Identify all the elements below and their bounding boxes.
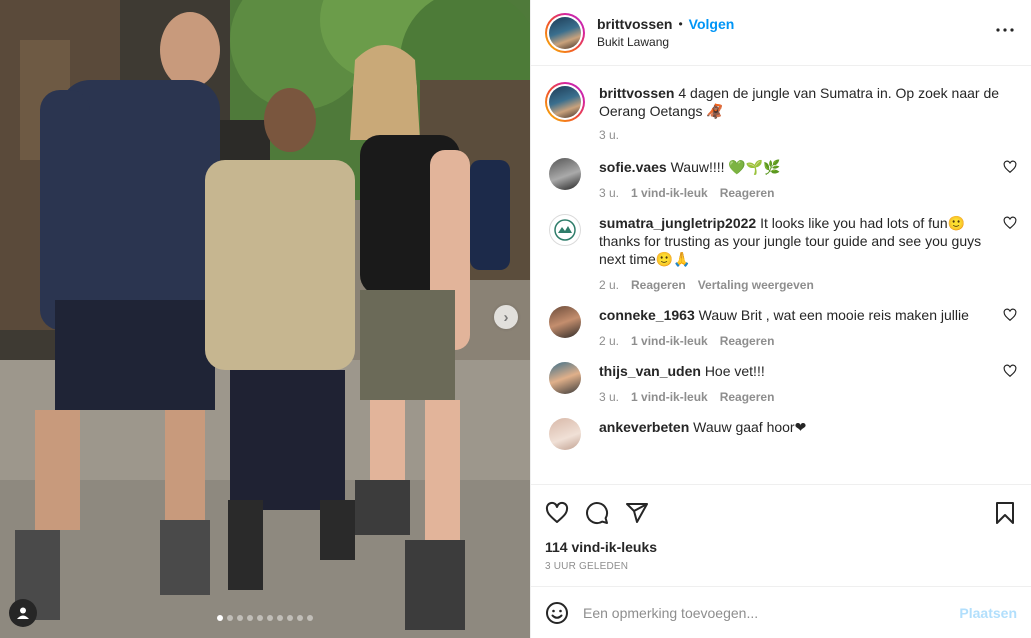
instagram-post: › brittvossen • Volgen Bukit Lawang brit…: [0, 0, 1031, 638]
comment-time[interactable]: 3 u.: [599, 186, 619, 200]
author-avatar[interactable]: [545, 12, 585, 53]
commenter-avatar[interactable]: [549, 362, 581, 394]
comment-heart-icon[interactable]: [1003, 160, 1017, 174]
photo-scene: [0, 0, 530, 638]
comment-item: conneke_1963 Wauw Brit , wat een mooie r…: [545, 306, 1017, 348]
post-caption: brittvossen 4 dagen de jungle van Sumatr…: [545, 82, 1017, 142]
comment-item: sofie.vaes Wauw!!!! 💚🌱🌿 3 u. 1 vind-ik-l…: [545, 158, 1017, 200]
carousel-dot: [297, 615, 303, 621]
send-icon[interactable]: [625, 501, 649, 525]
follow-button[interactable]: Volgen: [689, 15, 735, 33]
comment-icon[interactable]: [585, 501, 609, 525]
comment-text: Hoe vet!!!: [704, 363, 765, 379]
heart-icon[interactable]: [545, 501, 569, 525]
carousel-dot: [227, 615, 233, 621]
next-slide-button[interactable]: ›: [494, 305, 518, 329]
carousel-dot: [237, 615, 243, 621]
comment-username[interactable]: conneke_1963: [599, 307, 695, 323]
likes-count[interactable]: 114 vind-ik-leuks: [545, 539, 1017, 555]
commenter-avatar[interactable]: [549, 418, 581, 450]
comment-time[interactable]: 2 u.: [599, 278, 619, 292]
comment-item: ankeverbeten Wauw gaaf hoor❤: [545, 418, 1017, 450]
carousel-dot: [267, 615, 273, 621]
comment-time[interactable]: 3 u.: [599, 390, 619, 404]
comment-heart-icon[interactable]: [1003, 216, 1017, 230]
emoji-icon[interactable]: [545, 601, 569, 625]
caption-username[interactable]: brittvossen: [599, 85, 674, 101]
reply-button[interactable]: Reageren: [720, 390, 775, 404]
comment-like-count[interactable]: 1 vind-ik-leuk: [631, 186, 708, 200]
comment-text: Wauw gaaf hoor❤: [693, 419, 807, 435]
more-options-icon[interactable]: [993, 18, 1017, 48]
reply-button[interactable]: Reageren: [720, 186, 775, 200]
comment-input[interactable]: [583, 604, 960, 621]
comment-time[interactable]: 2 u.: [599, 334, 619, 348]
carousel-dot: [287, 615, 293, 621]
comment-item: thijs_van_uden Hoe vet!!! 3 u. 1 vind-ik…: [545, 362, 1017, 404]
commenter-avatar[interactable]: [549, 214, 581, 246]
reply-button[interactable]: Reageren: [720, 334, 775, 348]
post-actions: 114 vind-ik-leuks 3 UUR GELEDEN: [531, 484, 1031, 586]
add-comment-bar: Plaatsen: [531, 586, 1031, 638]
user-tag-button[interactable]: [9, 599, 37, 627]
location-link[interactable]: Bukit Lawang: [597, 33, 734, 51]
comment-text: Wauw Brit , wat een mooie reis maken jul…: [698, 307, 969, 323]
carousel-dot: [217, 615, 223, 621]
comment-username[interactable]: sumatra_jungletrip2022: [599, 215, 756, 231]
author-info: brittvossen • Volgen Bukit Lawang: [597, 15, 734, 51]
commenter-avatar[interactable]: [549, 306, 581, 338]
carousel-dot: [277, 615, 283, 621]
post-header: brittvossen • Volgen Bukit Lawang: [531, 0, 1031, 66]
post-timestamp[interactable]: 3 UUR GELEDEN: [545, 561, 1017, 572]
comment-item: sumatra_jungletrip2022 It looks like you…: [545, 214, 1017, 292]
carousel-indicator: [0, 615, 530, 621]
comment-like-count[interactable]: 1 vind-ik-leuk: [631, 334, 708, 348]
carousel-dot: [257, 615, 263, 621]
carousel-dot: [307, 615, 313, 621]
comment-username[interactable]: sofie.vaes: [599, 159, 667, 175]
reply-button[interactable]: Reageren: [631, 278, 686, 292]
comments-list[interactable]: brittvossen 4 dagen de jungle van Sumatr…: [531, 66, 1031, 484]
comment-username[interactable]: ankeverbeten: [599, 419, 689, 435]
author-username[interactable]: brittvossen: [597, 15, 672, 33]
bookmark-icon[interactable]: [993, 501, 1017, 525]
separator-dot: •: [678, 16, 683, 31]
comment-text: Wauw!!!! 💚🌱🌿: [670, 159, 781, 175]
post-sidebar: brittvossen • Volgen Bukit Lawang brittv…: [530, 0, 1031, 638]
commenter-avatar[interactable]: [549, 158, 581, 190]
chevron-right-icon: ›: [503, 308, 509, 326]
comment-heart-icon[interactable]: [1003, 308, 1017, 322]
comment-heart-icon[interactable]: [1003, 364, 1017, 378]
comment-username[interactable]: thijs_van_uden: [599, 363, 701, 379]
carousel-dot: [247, 615, 253, 621]
caption-time[interactable]: 3 u.: [599, 128, 619, 142]
translate-button[interactable]: Vertaling weergeven: [698, 278, 814, 292]
post-comment-button[interactable]: Plaatsen: [959, 605, 1017, 621]
caption-avatar[interactable]: [545, 82, 585, 122]
comment-like-count[interactable]: 1 vind-ik-leuk: [631, 390, 708, 404]
post-photo[interactable]: ›: [0, 0, 530, 638]
